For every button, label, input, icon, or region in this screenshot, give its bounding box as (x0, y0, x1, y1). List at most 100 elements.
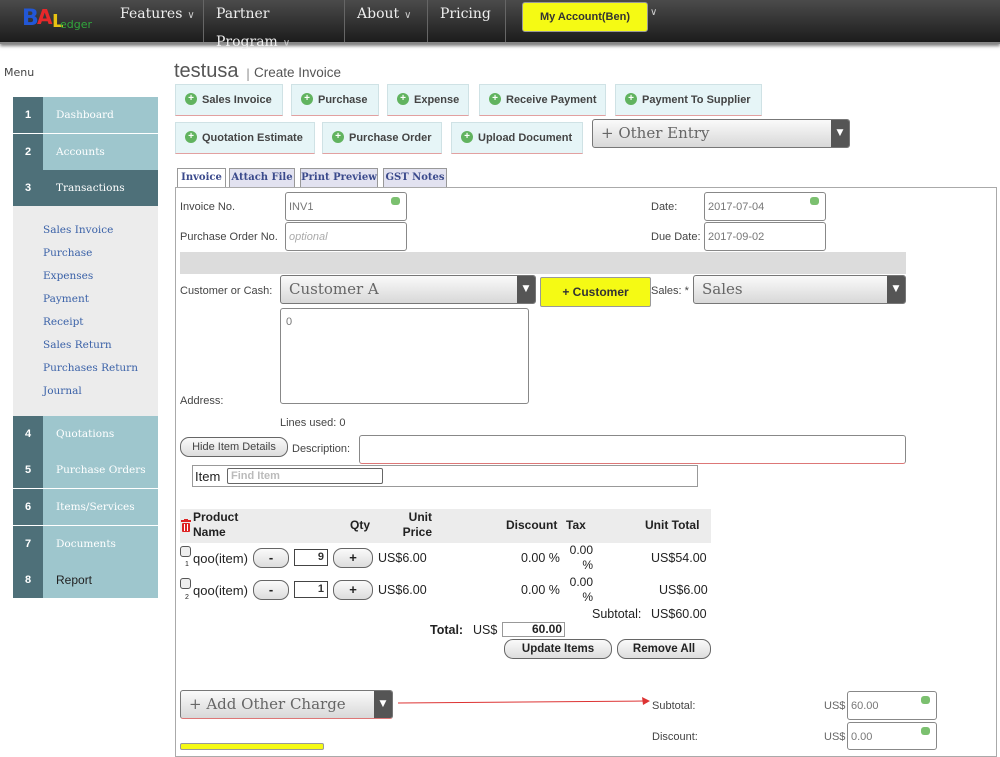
customer-label: Customer or Cash: (180, 285, 273, 297)
plus-circle-icon: + (332, 131, 344, 143)
col-product-name: Product Name (193, 510, 239, 539)
item-discount: 0.00 % (521, 583, 560, 597)
sales-select[interactable]: Sales ▼ (693, 275, 906, 304)
qty-plus-button[interactable]: + (333, 580, 373, 600)
sidebar-label: Transactions (43, 170, 158, 206)
update-items-button[interactable]: Update Items (504, 639, 612, 659)
entry-expense-button[interactable]: + Expense (387, 84, 469, 116)
sublink-sales-invoice[interactable]: Sales Invoice (43, 224, 113, 236)
tab-invoice[interactable]: Invoice (177, 168, 226, 188)
my-account-button[interactable]: My Account(Ben) (522, 2, 648, 32)
page-title: Create Invoice (254, 65, 342, 80)
nav-partner-program[interactable]: Partner Program ∨ (204, 0, 345, 50)
save-button[interactable] (180, 743, 324, 750)
hide-item-details-button[interactable]: Hide Item Details (180, 437, 288, 457)
field-value: 2017-09-02 (708, 231, 765, 243)
col-unit-price: Unit Price (402, 510, 432, 539)
date-field[interactable]: 2017-07-04 (704, 192, 826, 221)
address-textarea[interactable]: 0 (280, 308, 529, 404)
item-name: qoo(item) (193, 551, 248, 566)
total-value: 60.00 (502, 622, 565, 637)
find-item-input[interactable]: Find Item (227, 468, 383, 484)
entry-label: Receive Payment (506, 94, 597, 106)
row-index: 2 (185, 594, 189, 601)
plus-circle-icon: + (625, 93, 637, 105)
charges-subtotal-field[interactable]: 60.00 (847, 691, 937, 720)
entry-receive-payment-button[interactable]: + Receive Payment (479, 84, 606, 116)
sublink-expenses[interactable]: Expenses (43, 270, 93, 282)
other-entry-select[interactable]: + Other Entry ▼ (592, 119, 850, 148)
sidebar-label: Documents (43, 526, 158, 562)
customer-select[interactable]: Customer A ▼ (280, 275, 536, 304)
items-subtotal-value: US$60.00 (651, 607, 707, 621)
qty-plus-button[interactable]: + (333, 548, 373, 568)
sidebar-item-purchase-orders[interactable]: 5 Purchase Orders (13, 452, 158, 488)
qty-input[interactable]: 1 (294, 581, 328, 598)
qty-input[interactable]: 9 (294, 549, 328, 566)
sidebar-number: 2 (13, 134, 43, 170)
top-navbar: B A L edger Features ∨ Partner Program ∨ A… (0, 0, 1000, 50)
nav-features[interactable]: Features ∨ (108, 0, 204, 42)
qty-minus-button[interactable]: - (253, 580, 289, 600)
col-qty: Qty (350, 518, 371, 532)
sidebar-number: 8 (13, 562, 43, 598)
entry-purchase-button[interactable]: + Purchase (291, 84, 379, 116)
add-other-charge-select[interactable]: + Add Other Charge ▼ (180, 690, 393, 719)
description-field[interactable] (359, 435, 906, 464)
sidebar-item-accounts[interactable]: 2 Accounts (13, 134, 158, 170)
invoice-no-field[interactable]: INV1 (285, 192, 407, 221)
entry-sales-invoice-button[interactable]: + Sales Invoice (175, 84, 283, 116)
logo[interactable]: B A L edger (22, 3, 93, 32)
item-discount: 0.00 % (521, 551, 560, 565)
chevron-down-icon: ∨ (282, 38, 291, 49)
date-label: Date: (651, 201, 678, 213)
sublink-purchases-return[interactable]: Purchases Return (43, 362, 138, 374)
sidebar-number: 4 (13, 416, 43, 452)
sidebar-item-quotations[interactable]: 4 Quotations (13, 416, 158, 452)
select-value: + Other Entry (601, 124, 710, 142)
sublink-purchase[interactable]: Purchase (43, 247, 92, 259)
sidebar-item-transactions[interactable]: 3 Transactions (13, 170, 158, 206)
trash-icon[interactable] (181, 517, 191, 536)
sidebar-item-dashboard[interactable]: 1 Dashboard (13, 97, 158, 133)
entry-label: Purchase (318, 94, 368, 106)
chevron-down-icon[interactable]: ∨ (650, 7, 657, 18)
entry-label: Sales Invoice (202, 94, 272, 106)
sidebar-number: 6 (13, 489, 43, 525)
sidebar-label: Items/Services (43, 489, 158, 525)
due-date-field[interactable]: 2017-09-02 (704, 222, 826, 251)
add-customer-button[interactable]: + Customer (540, 277, 651, 307)
entry-purchase-order-button[interactable]: + Purchase Order (322, 122, 442, 154)
tab-gst-notes[interactable]: GST Notes (383, 168, 447, 187)
nav-pricing[interactable]: Pricing (428, 0, 506, 42)
po-field[interactable]: optional (285, 222, 407, 251)
sublink-receipt[interactable]: Receipt (43, 316, 84, 328)
row-checkbox[interactable] (180, 546, 191, 557)
sidebar-label: Report (43, 562, 158, 598)
sidebar-item-items-services[interactable]: 6 Items/Services (13, 489, 158, 525)
resize-icon (391, 197, 400, 205)
sublink-journal[interactable]: Journal (43, 385, 82, 397)
po-label: Purchase Order No. (180, 231, 278, 243)
sublink-payment[interactable]: Payment (43, 293, 89, 305)
caret-down-icon: ▼ (374, 691, 392, 718)
sidebar-item-documents[interactable]: 7 Documents (13, 526, 158, 562)
menu-label: Menu (4, 66, 35, 79)
tab-attach-file[interactable]: Attach File (229, 168, 295, 187)
qty-minus-button[interactable]: - (253, 548, 289, 568)
entry-upload-document-button[interactable]: + Upload Document (451, 122, 583, 154)
row-checkbox[interactable] (180, 578, 191, 589)
tab-print-preview[interactable]: Print Preview (300, 168, 378, 187)
charges-subtotal-currency: US$ (824, 700, 846, 712)
entry-quotation-estimate-button[interactable]: + Quotation Estimate (175, 122, 315, 154)
nav-about[interactable]: About ∨ (345, 0, 428, 42)
sidebar-item-report[interactable]: 8 Report (13, 562, 158, 598)
discount-field[interactable]: 0.00 (847, 722, 937, 750)
entry-payment-to-supplier-button[interactable]: + Payment To Supplier (615, 84, 762, 116)
sublink-sales-return[interactable]: Sales Return (43, 339, 112, 351)
address-label: Address: (180, 395, 224, 407)
remove-all-button[interactable]: Remove All (617, 639, 711, 659)
items-subtotal-label: Subtotal: (592, 607, 642, 621)
plus-circle-icon: + (301, 93, 313, 105)
sidebar-number: 1 (13, 97, 43, 133)
